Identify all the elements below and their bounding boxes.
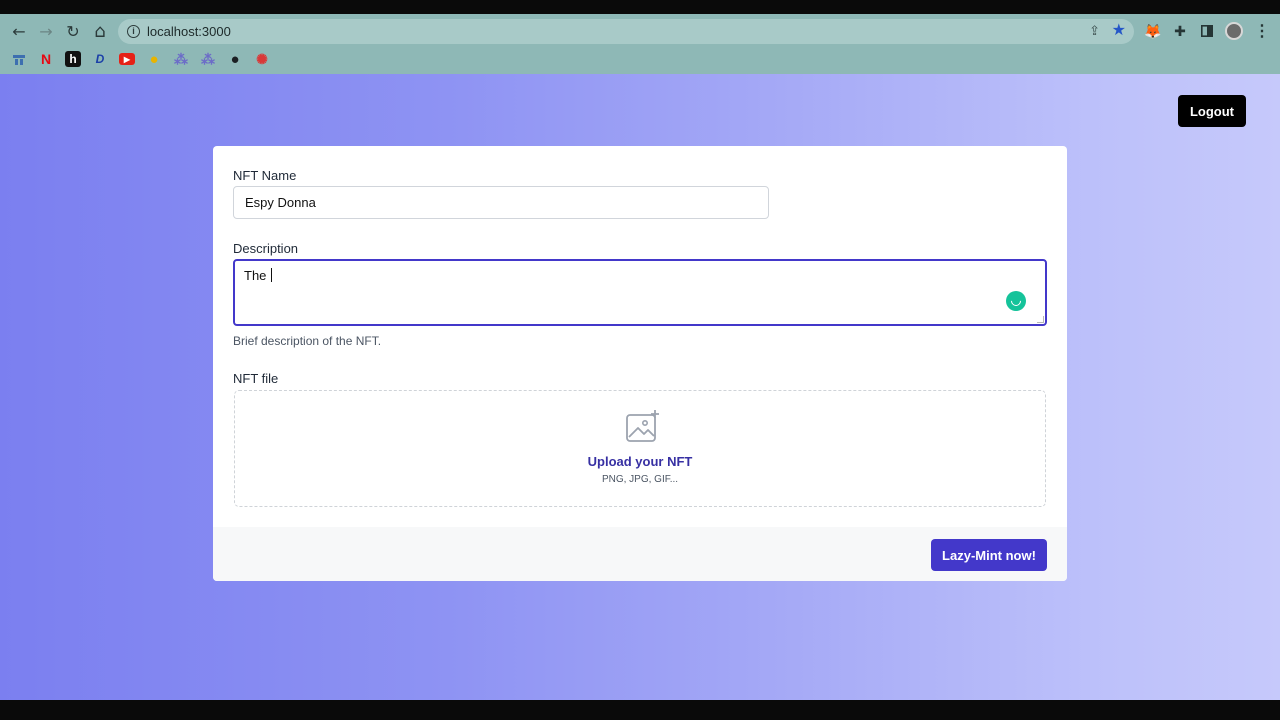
card-footer: Lazy-Mint now! — [213, 527, 1067, 581]
image-upload-icon — [626, 410, 659, 442]
forward-icon[interactable]: → — [35, 20, 57, 42]
description-value: The — [244, 268, 271, 283]
nft-file-label: NFT file — [233, 371, 279, 386]
nft-name-label: NFT Name — [233, 168, 297, 183]
reload-icon[interactable]: ↻ — [62, 20, 84, 42]
site-info-icon[interactable]: i — [127, 25, 140, 38]
nft-name-input[interactable]: Espy Donna — [233, 186, 769, 219]
description-hint: Brief description of the NFT. — [233, 334, 382, 348]
disney-icon[interactable]: D — [92, 51, 108, 67]
metamask-fox-icon[interactable]: 🦊 — [1143, 21, 1163, 41]
browser-chrome: ← → ↻ ⌂ i localhost:3000 ⇪ ★ 🦊 ✚ ⋮ N h D… — [0, 14, 1280, 74]
address-url: localhost:3000 — [147, 24, 231, 39]
logout-button[interactable]: Logout — [1178, 95, 1246, 127]
page-viewport: Logout NFT Name Espy Donna Description T… — [0, 74, 1280, 700]
description-label: Description — [233, 241, 299, 256]
profile-avatar[interactable] — [1224, 21, 1244, 41]
description-textarea[interactable]: The — [233, 259, 1047, 326]
grammarly-icon[interactable] — [1006, 291, 1026, 311]
file-dropzone[interactable]: Upload your NFT PNG, JPG, GIF... — [234, 390, 1046, 507]
puzzle-extensions-icon[interactable]: ✚ — [1170, 21, 1190, 41]
upload-file-types: PNG, JPG, GIF... — [601, 474, 679, 485]
share-icon[interactable]: ⇪ — [1089, 23, 1100, 39]
screen-bottom-border — [0, 700, 1280, 720]
bookmark-star-icon[interactable]: ★ — [1112, 20, 1126, 40]
h-site-icon[interactable]: h — [65, 51, 81, 67]
menu-kebab-icon[interactable]: ⋮ — [1252, 21, 1272, 41]
resize-handle[interactable] — [1037, 316, 1044, 323]
screen-top-border — [0, 0, 1280, 14]
red-site-icon[interactable]: ✺ — [254, 51, 270, 67]
home-icon[interactable]: ⌂ — [89, 20, 111, 42]
yellow-site-icon[interactable]: ● — [146, 51, 162, 68]
github-icon[interactable]: ● — [227, 51, 243, 68]
nft-name-value: Espy Donna — [245, 195, 316, 210]
cluster-2-icon[interactable]: ⁂ — [200, 51, 216, 67]
bookmark-1-icon[interactable] — [11, 51, 27, 67]
address-bar[interactable]: i localhost:3000 ⇪ ★ — [118, 19, 1134, 44]
bookmarks-bar: N h D ▶ ● ⁂ ⁂ ● ✺ — [0, 48, 1280, 70]
netflix-icon[interactable]: N — [38, 51, 54, 67]
text-caret — [271, 268, 273, 282]
cluster-1-icon[interactable]: ⁂ — [173, 51, 189, 67]
lazy-mint-button[interactable]: Lazy-Mint now! — [931, 539, 1047, 571]
sidepanel-icon[interactable] — [1197, 21, 1217, 41]
browser-toolbar: ← → ↻ ⌂ i localhost:3000 ⇪ ★ 🦊 ✚ ⋮ — [0, 17, 1280, 45]
mint-form-card: NFT Name Espy Donna Description The Brie… — [213, 146, 1067, 581]
youtube-icon[interactable]: ▶ — [119, 53, 135, 65]
upload-nft-link[interactable]: Upload your NFT — [235, 454, 1045, 469]
back-icon[interactable]: ← — [8, 20, 30, 42]
